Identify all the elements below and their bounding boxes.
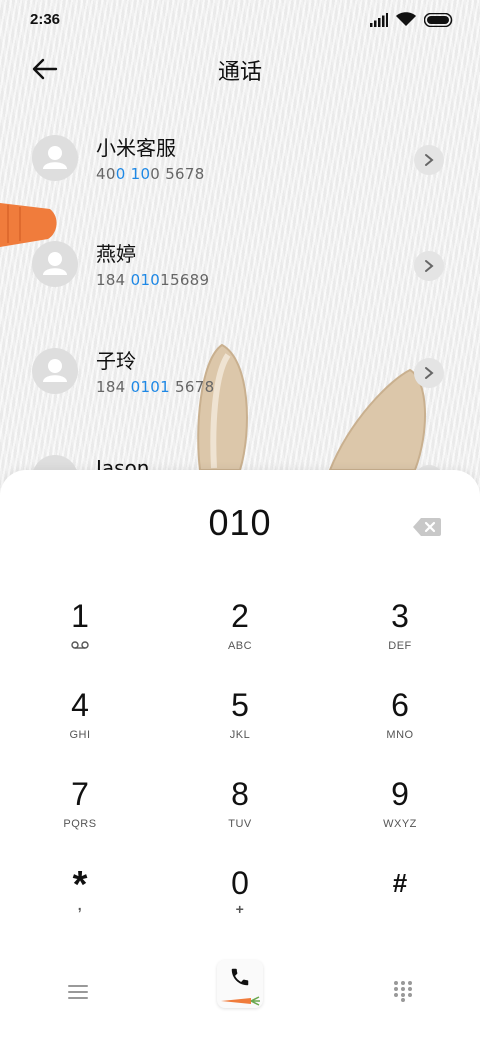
dialer-action-bar (0, 960, 480, 1020)
dial-key-8[interactable]: 8 TUV (180, 776, 300, 856)
contact-number: 400 100 5678 (96, 165, 205, 183)
phone-icon (231, 968, 249, 986)
page-title: 通话 (217, 60, 262, 85)
voicemail-icon (71, 641, 89, 649)
status-bar: 2:36 (0, 0, 480, 40)
avatar (32, 348, 78, 394)
dial-key-1[interactable]: 1 (20, 598, 140, 678)
avatar (32, 135, 78, 181)
contact-name: 子玲 (96, 349, 136, 373)
contact-number: 184 0101 5678 (96, 378, 215, 396)
menu-icon[interactable] (66, 982, 90, 1002)
chevron-right-icon (425, 260, 434, 272)
dial-key-hash[interactable]: # (340, 865, 460, 945)
contact-item[interactable]: 子玲 184 0101 5678 (0, 348, 480, 438)
chevron-right-icon (425, 367, 434, 379)
contact-detail-button[interactable] (414, 358, 444, 388)
carrot-decoration (221, 996, 260, 1006)
dial-key-9[interactable]: 9 WXYZ (340, 776, 460, 856)
dial-key-6[interactable]: 6 MNO (340, 687, 460, 767)
dial-key-0[interactable]: 0 + (180, 865, 300, 945)
dialpad-icon[interactable] (392, 980, 414, 1002)
contact-item[interactable]: 燕婷 184 01015689 (0, 241, 480, 331)
chevron-right-icon (425, 154, 434, 166)
wifi-icon (396, 12, 416, 26)
person-icon (43, 359, 67, 382)
person-icon (43, 252, 67, 275)
contact-detail-button[interactable] (414, 251, 444, 281)
dial-key-7[interactable]: 7 PQRS (20, 776, 140, 856)
backspace-icon[interactable] (412, 516, 442, 538)
dial-key-5[interactable]: 5 JKL (180, 687, 300, 767)
status-time: 2:36 (30, 11, 61, 28)
dial-key-star[interactable]: *, (20, 865, 140, 945)
call-button[interactable] (217, 960, 263, 1008)
contact-item[interactable]: 小米客服 400 100 5678 (0, 135, 480, 225)
contact-number: 184 01015689 (96, 271, 210, 289)
dialer-panel: 010 1 2 ABC 3 DEF 4 GHI 5 JKL 6 MNO 7 PQRS 8 TU… (0, 470, 480, 1040)
dial-key-2[interactable]: 2 ABC (180, 598, 300, 678)
battery-icon (424, 12, 453, 27)
avatar (32, 241, 78, 287)
dial-key-3[interactable]: 3 DEF (340, 598, 460, 678)
contact-name: 小米客服 (96, 136, 176, 160)
person-icon (43, 146, 67, 169)
dial-key-4[interactable]: 4 GHI (20, 687, 140, 767)
contact-name: 燕婷 (96, 242, 136, 266)
dialed-number-display: 010 (208, 502, 272, 543)
signal-icon (370, 12, 388, 27)
contact-detail-button[interactable] (414, 145, 444, 175)
